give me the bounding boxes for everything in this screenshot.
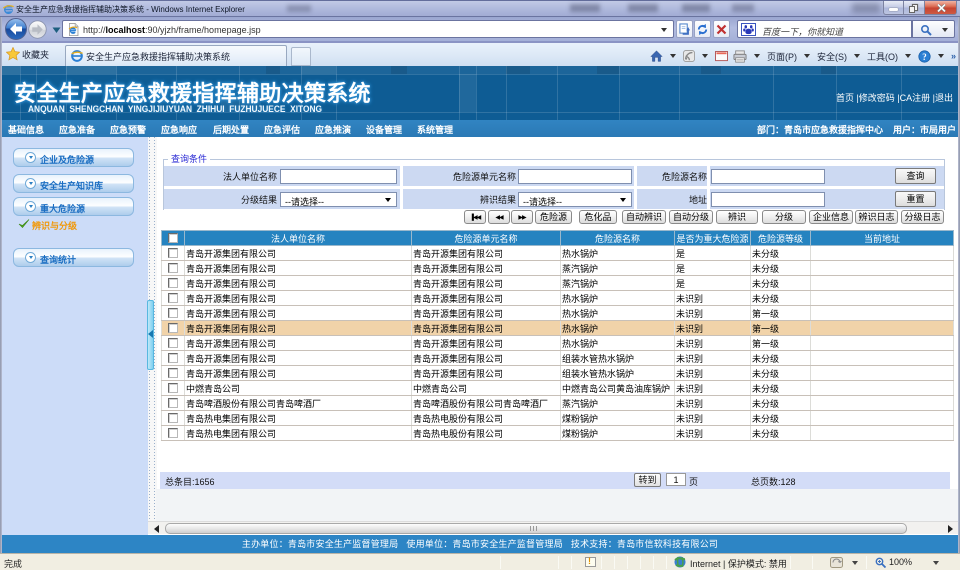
svg-text:?: ? [922,51,926,61]
